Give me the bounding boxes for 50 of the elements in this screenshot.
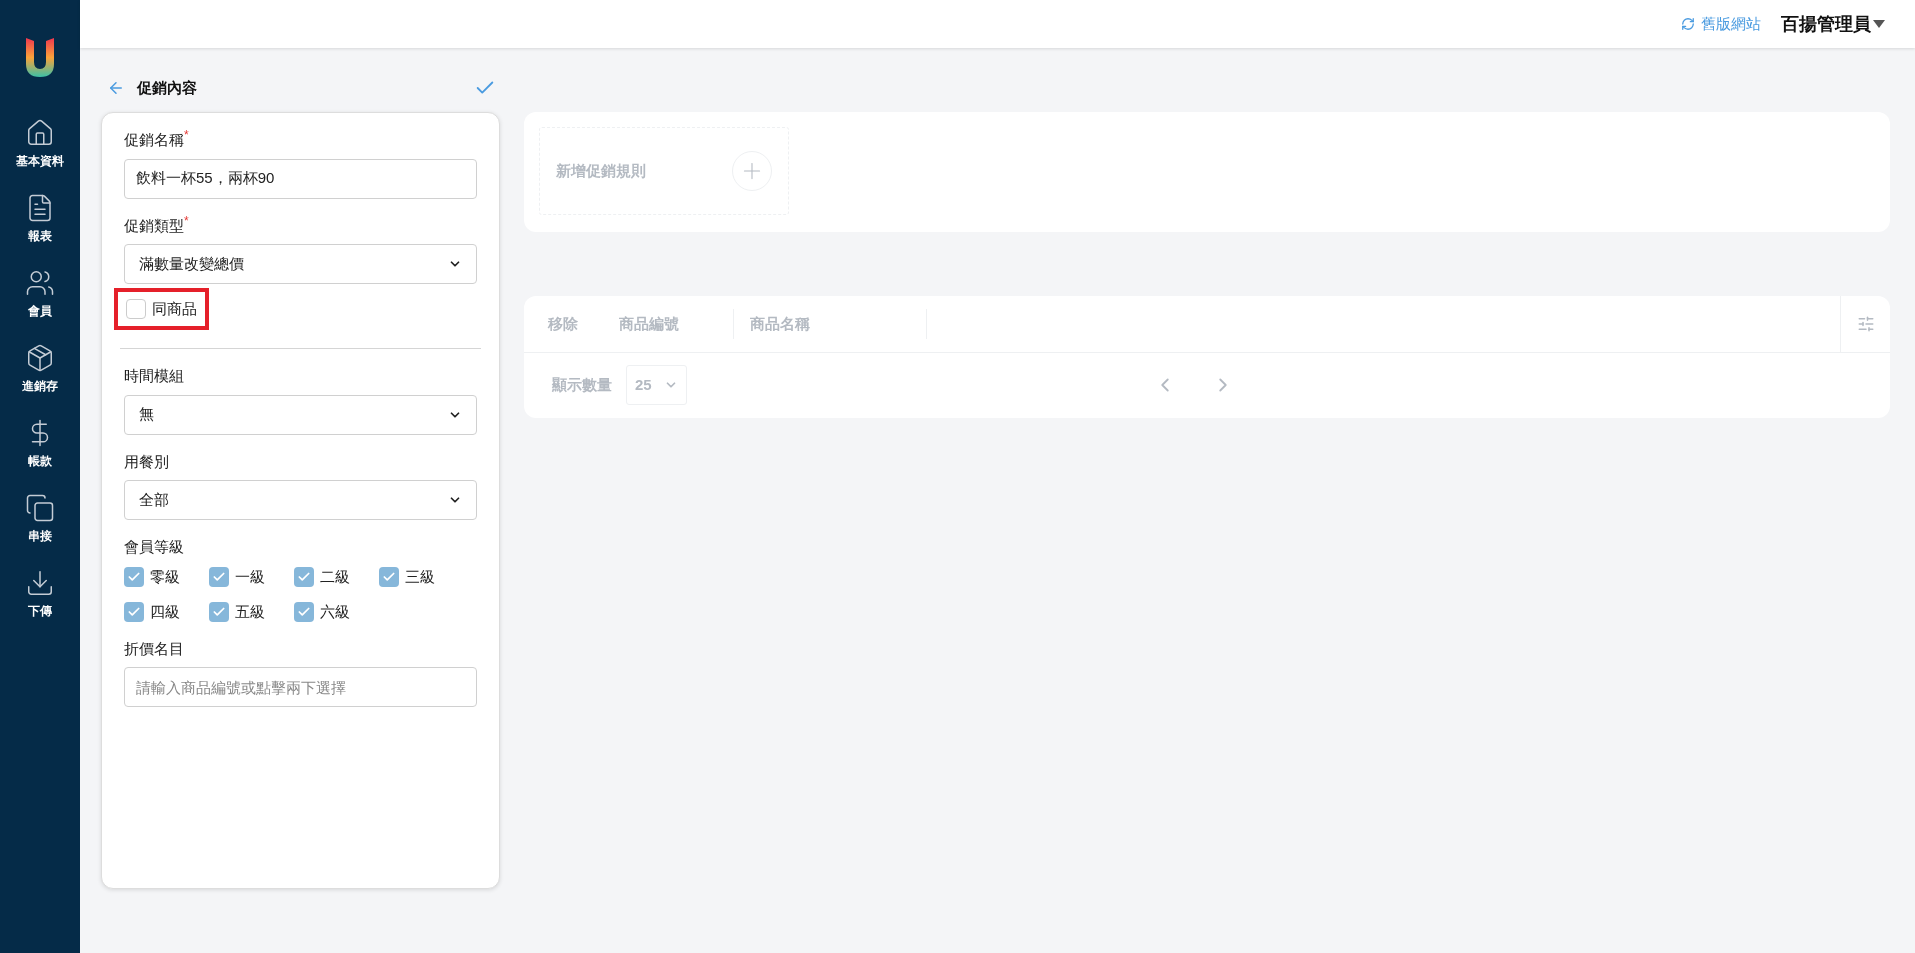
- column-header: 移除: [548, 313, 578, 334]
- level-option[interactable]: 五級: [209, 601, 294, 624]
- sidebar-item[interactable]: 串接: [0, 481, 80, 556]
- page-title: 促銷內容: [137, 77, 197, 98]
- level-option[interactable]: 六級: [294, 601, 379, 624]
- back-icon[interactable]: [107, 79, 125, 97]
- field-label: 會員等級: [124, 537, 184, 557]
- checkbox[interactable]: [379, 566, 399, 587]
- level-option[interactable]: 零級: [124, 565, 209, 588]
- caret-icon: [1873, 19, 1885, 29]
- level-option[interactable]: 三級: [379, 565, 464, 588]
- checkbox[interactable]: [209, 566, 229, 587]
- input-field[interactable]: 請輸入商品編號或點擊兩下選擇: [124, 667, 477, 707]
- level-option[interactable]: 一級: [209, 565, 294, 588]
- field-label: 促銷類型: [124, 215, 184, 236]
- select-field[interactable]: 無: [124, 394, 477, 435]
- sidebar-item[interactable]: 帳款: [0, 406, 80, 481]
- refresh-icon: [1681, 17, 1695, 31]
- sidebar-item[interactable]: 基本資料: [0, 106, 80, 181]
- column-header: 商品名稱: [750, 313, 810, 334]
- level-option[interactable]: 四級: [124, 601, 209, 624]
- logo-icon: [26, 36, 54, 78]
- select-field[interactable]: 全部: [124, 480, 477, 520]
- sidebar-item[interactable]: 下傳: [0, 556, 80, 631]
- checkbox[interactable]: [209, 602, 229, 623]
- field-label: 用餐別: [124, 451, 169, 472]
- user-menu[interactable]: 百揚管理員: [1781, 10, 1885, 38]
- column-header: 商品編號: [619, 313, 679, 334]
- checkbox[interactable]: [294, 566, 314, 587]
- sidebar-item[interactable]: 進銷存: [0, 331, 80, 406]
- checkbox[interactable]: [124, 566, 144, 587]
- page-size-label: 顯示數量: [552, 374, 612, 395]
- columns-settings-icon[interactable]: [1856, 315, 1875, 333]
- input-field[interactable]: 飲料一杯55，兩杯90: [124, 158, 477, 199]
- level-option[interactable]: 二級: [294, 565, 379, 588]
- select-field[interactable]: 滿數量改變總價: [124, 244, 477, 284]
- home-icon: [25, 117, 55, 148]
- sidebar-item[interactable]: 報表: [0, 181, 80, 256]
- checkbox[interactable]: [294, 602, 314, 623]
- required-mark: *: [184, 129, 189, 141]
- field-label: 促銷名稱: [124, 130, 184, 150]
- checkbox[interactable]: [126, 299, 146, 319]
- required-mark: *: [184, 214, 189, 227]
- sidebar-item[interactable]: 會員: [0, 256, 80, 331]
- field-label: 時間模組: [124, 366, 184, 386]
- same-product-option[interactable]: 同商品: [114, 288, 209, 330]
- checkbox[interactable]: [124, 602, 144, 623]
- box-icon: [25, 342, 55, 373]
- copy-icon: [25, 492, 55, 523]
- field-label: 折價名目: [124, 638, 184, 659]
